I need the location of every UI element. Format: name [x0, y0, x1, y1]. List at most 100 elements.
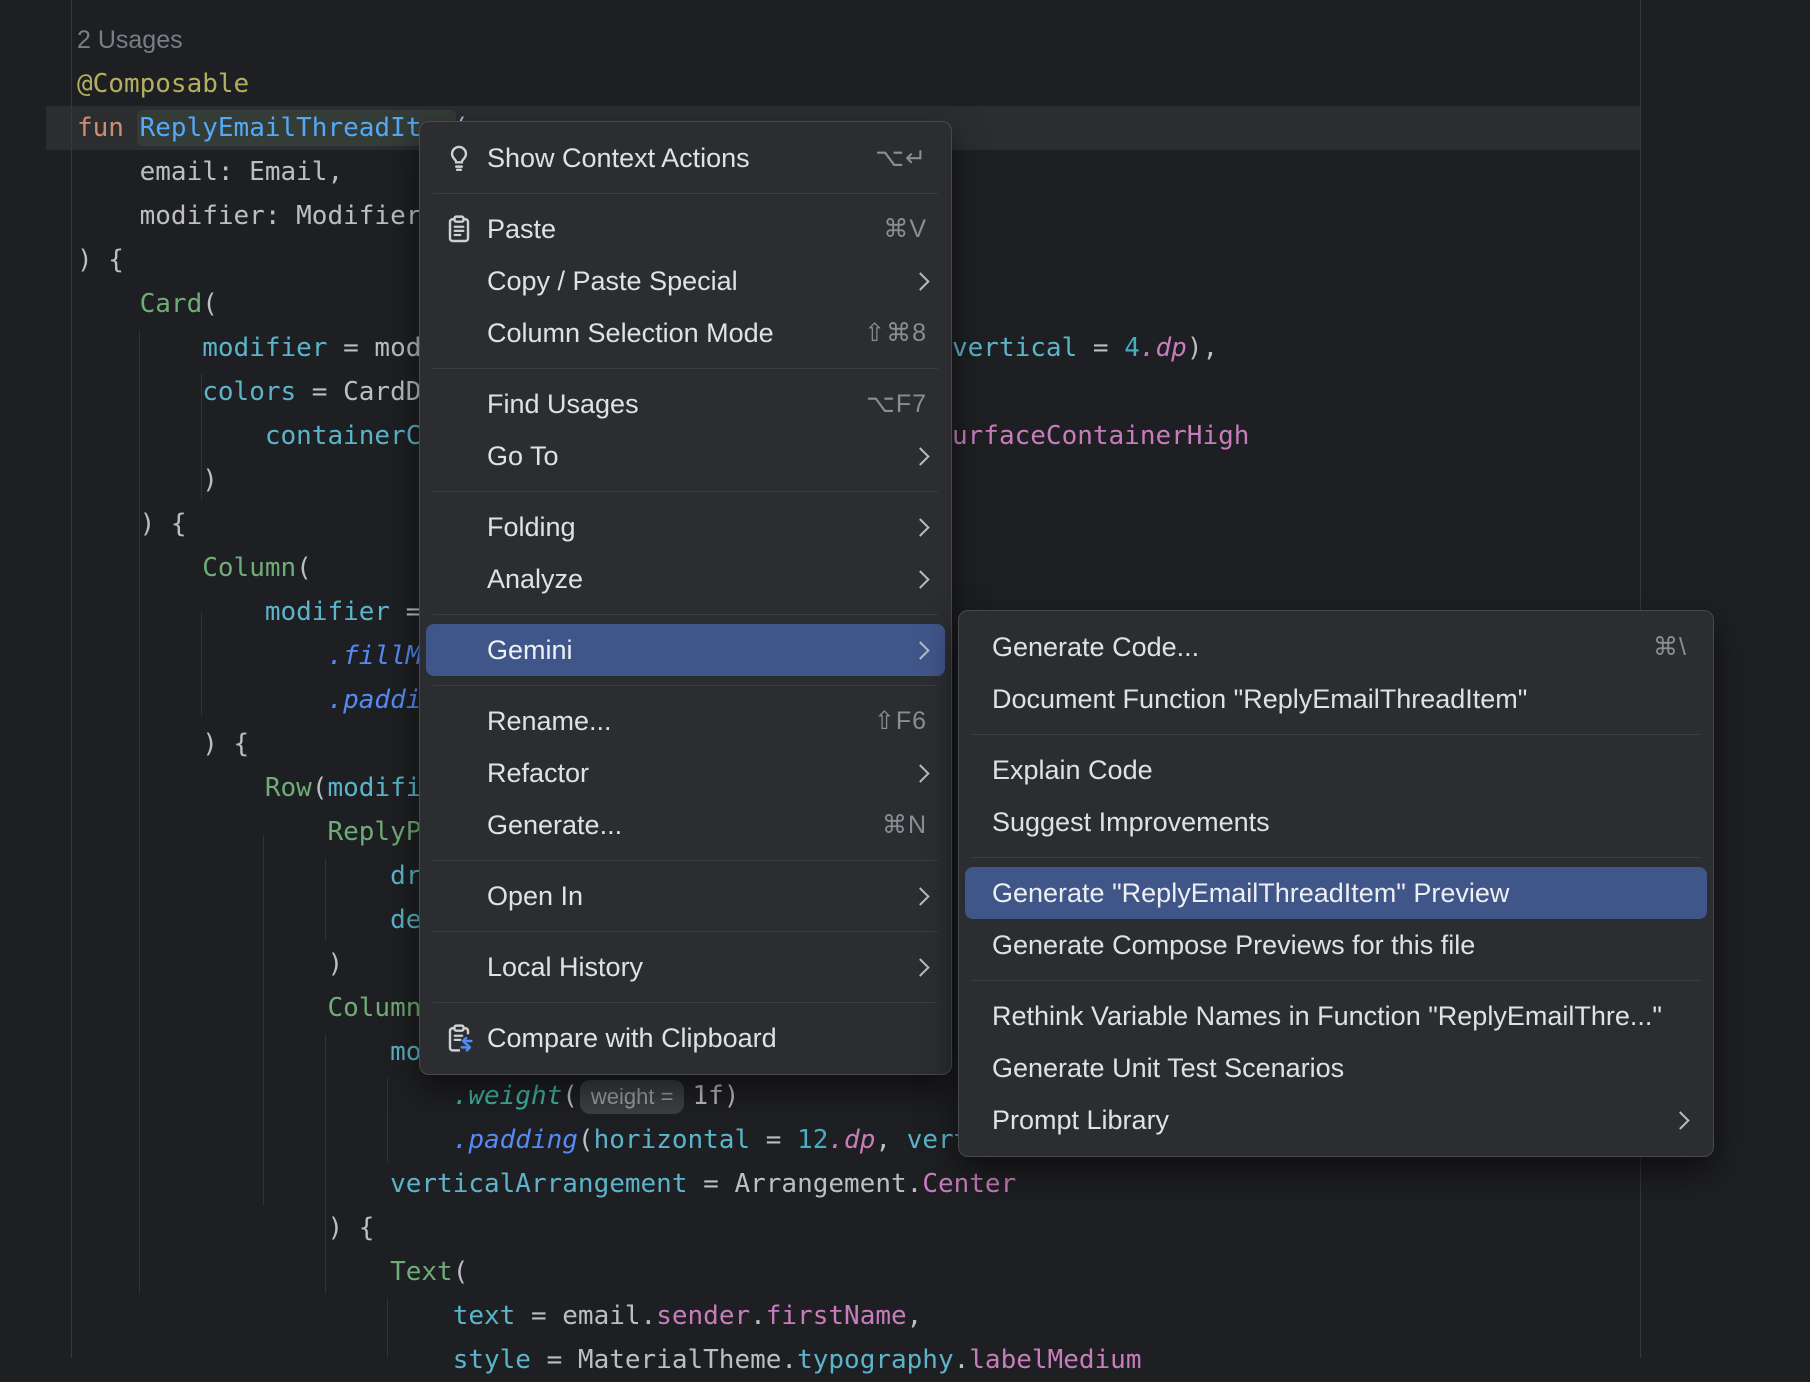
code-token: horizontal [594, 1125, 751, 1155]
menu-item-local-history[interactable]: Local History [420, 941, 951, 993]
code-token: ( [453, 1257, 469, 1287]
menu-item-shortcut: ⌥F7 [866, 389, 927, 419]
menu-item-rethink-variable-names-in-function-replyemailthre[interactable]: Rethink Variable Names in Function "Repl… [959, 990, 1713, 1042]
code-line: .weight(weight =1f) [77, 1074, 739, 1118]
gemini-submenu: Generate Code...⌘\ Document Function "Rep… [958, 610, 1714, 1157]
inlay-hint-pill: weight = [580, 1080, 685, 1114]
menu-item-label: Go To [487, 441, 888, 472]
menu-item-go-to[interactable]: Go To [420, 430, 951, 482]
code-token: labelMedium [969, 1345, 1141, 1375]
menu-item-shortcut: ⌘V [883, 214, 927, 244]
menu-item-document-function-replyemailthreaditem[interactable]: Document Function "ReplyEmailThreadItem" [959, 673, 1713, 725]
menu-item-paste[interactable]: Paste ⌘V [420, 203, 951, 255]
menu-item-label: Show Context Actions [487, 143, 849, 174]
code-line: urfaceContainerHigh [952, 414, 1249, 458]
code-token: style [453, 1345, 531, 1375]
menu-item-refactor[interactable]: Refactor [420, 747, 951, 799]
menu-item-label: Generate Code... [992, 632, 1627, 663]
code-token [77, 289, 140, 319]
submenu-arrow-icon [911, 641, 929, 659]
code-token: .weight [453, 1081, 563, 1111]
icon-spacer [443, 317, 475, 349]
menu-item-generate-compose-previews-for-this-file[interactable]: Generate Compose Previews for this file [959, 919, 1713, 971]
code-token [77, 1081, 453, 1111]
code-token: 1f) [692, 1081, 739, 1111]
menu-item-label: Compare with Clipboard [487, 1023, 927, 1054]
menu-item-label: Suggest Improvements [992, 807, 1687, 838]
menu-separator [959, 848, 1713, 867]
menu-item-label: Refactor [487, 758, 888, 789]
code-token: .dp [828, 1125, 875, 1155]
menu-item-prompt-library[interactable]: Prompt Library [959, 1094, 1713, 1146]
compare-clipboard-icon [443, 1022, 475, 1054]
menu-separator [420, 922, 951, 941]
menu-item-explain-code[interactable]: Explain Code [959, 744, 1713, 796]
code-token: ( [296, 553, 312, 583]
code-token: ), [1187, 333, 1218, 363]
code-line: 2 Usages [77, 18, 183, 62]
menu-item-generate-replyemailthreaditem-preview[interactable]: Generate "ReplyEmailThreadItem" Preview [965, 867, 1707, 919]
code-token [77, 685, 327, 715]
menu-separator [420, 993, 951, 1012]
menu-separator [420, 482, 951, 501]
icon-spacer [443, 388, 475, 420]
gutter-separator [71, 0, 72, 1358]
menu-item-compare-with-clipboard[interactable]: Compare with Clipboard [420, 1012, 951, 1064]
code-token [77, 1257, 390, 1287]
menu-item-analyze[interactable]: Analyze [420, 553, 951, 605]
menu-item-gemini[interactable]: Gemini [426, 624, 945, 676]
ide-screen: { "colors": { "editor_background": "#1E1… [0, 0, 1810, 1358]
code-token: , [875, 1125, 906, 1155]
menu-item-suggest-improvements[interactable]: Suggest Improvements [959, 796, 1713, 848]
code-token [77, 1345, 453, 1375]
code-token: = [750, 1125, 797, 1155]
code-token: colors [202, 377, 296, 407]
menu-item-generate-code[interactable]: Generate Code...⌘\ [959, 621, 1713, 673]
code-token: ) [77, 465, 218, 495]
icon-spacer [443, 563, 475, 595]
code-token: typography [797, 1345, 954, 1375]
code-token: fun [77, 113, 140, 143]
menu-item-open-in[interactable]: Open In [420, 870, 951, 922]
menu-item-label: Copy / Paste Special [487, 266, 888, 297]
code-line: email: Email, [77, 150, 343, 194]
code-token: ) [77, 949, 343, 979]
code-token: ) { [77, 245, 124, 275]
menu-item-show-context-actions[interactable]: Show Context Actions ⌥↵ [420, 132, 951, 184]
menu-item-generate-unit-test-scenarios[interactable]: Generate Unit Test Scenarios [959, 1042, 1713, 1094]
code-token [77, 333, 202, 363]
menu-item-label: Rethink Variable Names in Function "Repl… [992, 1001, 1687, 1032]
code-token: = Arrangement. [688, 1169, 923, 1199]
code-token [77, 421, 265, 451]
code-token: sender [656, 1301, 750, 1331]
menu-item-rename[interactable]: Rename...⇧F6 [420, 695, 951, 747]
code-token: .dp [1140, 333, 1187, 363]
submenu-arrow-icon [911, 518, 929, 536]
code-token [77, 641, 327, 671]
menu-item-folding[interactable]: Folding [420, 501, 951, 553]
code-token: = [1077, 333, 1124, 363]
code-token: text [453, 1301, 516, 1331]
menu-item-find-usages[interactable]: Find Usages⌥F7 [420, 378, 951, 430]
menu-separator [420, 359, 951, 378]
code-token: ) { [77, 729, 249, 759]
code-line: vertical = 4.dp), [952, 326, 1218, 370]
menu-item-column-selection-mode[interactable]: Column Selection Mode⇧⌘8 [420, 307, 951, 359]
code-line: ) [77, 458, 218, 502]
menu-item-label: Rename... [487, 706, 848, 737]
code-token: ) { [77, 1213, 374, 1243]
menu-item-label: Open In [487, 881, 888, 912]
gemini-sparkle-icon [443, 634, 475, 666]
menu-item-label: Gemini [487, 635, 888, 666]
submenu-arrow-icon [911, 887, 929, 905]
menu-item-copy-paste-special[interactable]: Copy / Paste Special [420, 255, 951, 307]
code-token [77, 861, 390, 891]
menu-item-label: Paste [487, 214, 857, 245]
icon-spacer [443, 757, 475, 789]
icon-spacer [443, 809, 475, 841]
submenu-arrow-icon [1671, 1111, 1689, 1129]
menu-item-label: Document Function "ReplyEmailThreadItem" [992, 684, 1687, 715]
code-token: @Composable [77, 69, 249, 99]
menu-item-shortcut: ⌥↵ [875, 143, 927, 173]
menu-item-generate[interactable]: Generate...⌘N [420, 799, 951, 851]
